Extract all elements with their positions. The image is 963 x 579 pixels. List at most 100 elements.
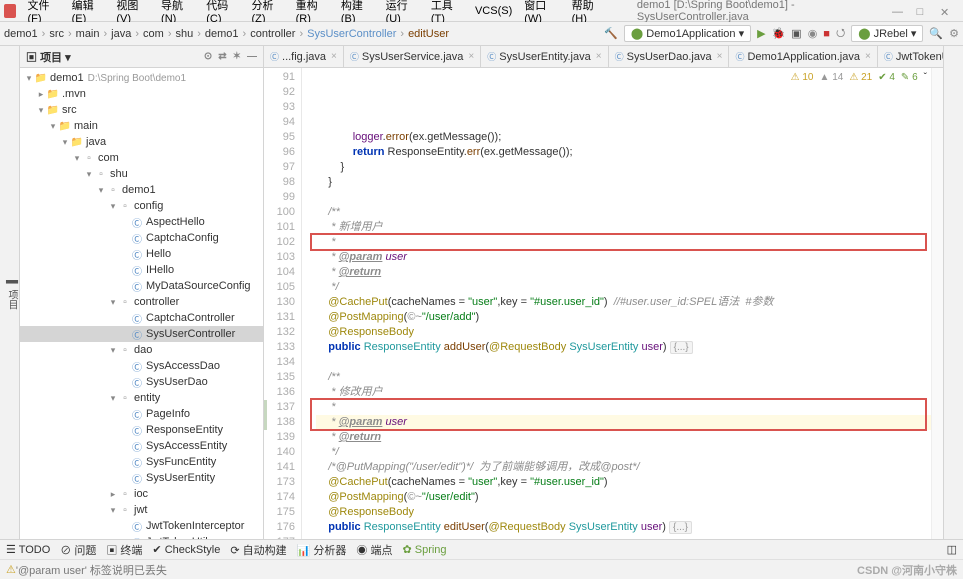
inspection-stats[interactable]: ⚠ 10 ▲ 14 ⚠ 21 ✔ 4 ✎ 6 ˇ	[791, 70, 927, 85]
tree-item[interactable]: ⒸSysUserEntity	[20, 470, 263, 486]
right-tool-gutter[interactable]	[943, 46, 963, 539]
close-tab-icon[interactable]: ×	[865, 51, 871, 62]
editor-tab[interactable]: ⒸDemo1Application.java×	[729, 46, 877, 67]
tree-item[interactable]: ⒸMyDataSourceConfig	[20, 278, 263, 294]
tree-item[interactable]: ▾▫shu	[20, 166, 263, 182]
close-icon[interactable]: ✕	[935, 4, 953, 18]
tree-item[interactable]: ▾▫controller	[20, 294, 263, 310]
debug-icon[interactable]: 🐞	[772, 27, 786, 40]
tree-item[interactable]: ⒸAspectHello	[20, 214, 263, 230]
tree-item[interactable]: ▸▫ioc	[20, 486, 263, 502]
tool-todo[interactable]: ☰ TODO	[6, 543, 50, 556]
collapse-icon[interactable]: ✶	[233, 51, 241, 62]
hammer-icon[interactable]: 🔨	[604, 27, 618, 40]
tree-item[interactable]: ▾▫entity	[20, 390, 263, 406]
crumb[interactable]: SysUserController	[307, 28, 396, 40]
left-tool-gutter[interactable]: ▌ 项目	[0, 46, 20, 539]
stop-icon[interactable]: ■	[823, 28, 830, 40]
crumb[interactable]: demo1	[205, 28, 239, 40]
maximize-icon[interactable]: □	[911, 4, 929, 18]
coverage-icon[interactable]: ▣	[791, 27, 801, 40]
tree-item[interactable]: ⒸPageInfo	[20, 406, 263, 422]
close-tab-icon[interactable]: ×	[331, 51, 337, 62]
tree-item[interactable]: ⒸJwtTokenInterceptor	[20, 518, 263, 534]
close-tab-icon[interactable]: ×	[596, 51, 602, 62]
jrebel-combo[interactable]: ⬤ JRebel ▾	[851, 25, 923, 42]
status-icon: ⚠	[6, 563, 16, 576]
tree-item[interactable]: ▾▫com	[20, 150, 263, 166]
tool-profiler[interactable]: 📊 分析器	[297, 542, 347, 558]
tree-item[interactable]: ▾▫jwt	[20, 502, 263, 518]
tree-item[interactable]: ⒸSysAccessEntity	[20, 438, 263, 454]
tool-spring[interactable]: ✿ Spring	[402, 543, 446, 556]
menu-vcs[interactable]: VCS(S)	[470, 3, 517, 19]
tree-item[interactable]: ⒸSysUserDao	[20, 374, 263, 390]
panel-title: ▣ 项目 ▾	[26, 49, 71, 65]
statusbar: ⚠ '@param user' 标签说明已丢失 CSDN @河南小守株	[0, 559, 963, 579]
editor-area: Ⓒ...fig.java×ⒸSysUserService.java×ⒸSysUs…	[264, 46, 943, 539]
crumb[interactable]: controller	[250, 28, 295, 40]
crumb[interactable]: demo1	[4, 28, 38, 40]
tree-item[interactable]: ▾📁java	[20, 134, 263, 150]
crumb[interactable]: editUser	[408, 28, 449, 40]
select-opened-icon[interactable]: ⊙	[204, 51, 212, 62]
editor-tab[interactable]: ⒸSysUserService.java×	[344, 46, 481, 67]
editor-body: 9192939495969798991001011021031041051301…	[264, 68, 943, 539]
tree-item[interactable]: ⒸSysFuncEntity	[20, 454, 263, 470]
tree-item[interactable]: ▾📁demo1D:\Spring Boot\demo1	[20, 70, 263, 86]
line-gutter[interactable]: 9192939495969798991001011021031041051301…	[264, 68, 302, 539]
tree-item[interactable]: ▾▫dao	[20, 342, 263, 358]
breadcrumb: demo1› src› main› java› com› shu› demo1›…	[4, 28, 449, 40]
watermark: CSDN @河南小守株	[857, 562, 957, 578]
app-logo-icon	[4, 4, 16, 18]
crumb[interactable]: java	[111, 28, 131, 40]
tree-item[interactable]: ⒸSysAccessDao	[20, 358, 263, 374]
crumb[interactable]: shu	[175, 28, 193, 40]
run-icon[interactable]: ▶	[757, 27, 765, 40]
tool-terminal[interactable]: ▣ 终端	[106, 542, 142, 558]
crumb[interactable]: main	[76, 28, 100, 40]
bottom-toolbar: ☰ TODO ⊘ 问题 ▣ 终端 ✔ CheckStyle ⟳ 自动构建 📊 分…	[0, 539, 963, 559]
close-tab-icon[interactable]: ×	[468, 51, 474, 62]
tree-item[interactable]: ▾📁main	[20, 118, 263, 134]
search-icon[interactable]: 🔍	[929, 27, 943, 40]
run-config-combo[interactable]: ⬤ Demo1Application ▾	[624, 25, 751, 42]
hide-panel-icon[interactable]: —	[247, 51, 257, 62]
editor-tab[interactable]: ⒸSysUserDao.java×	[609, 46, 730, 67]
editor-tabs: Ⓒ...fig.java×ⒸSysUserService.java×ⒸSysUs…	[264, 46, 943, 68]
editor-tab[interactable]: ⒸJwtTokenUtil.java×	[878, 46, 943, 67]
project-tree[interactable]: ▾📁demo1D:\Spring Boot\demo1▸📁.mvn▾📁src▾📁…	[20, 68, 263, 539]
status-message: '@param user' 标签说明已丢失	[16, 562, 167, 578]
tree-item[interactable]: ▾📁src	[20, 102, 263, 118]
tree-item[interactable]: ⒸSysUserController	[20, 326, 263, 342]
tree-item[interactable]: ⒸCaptchaConfig	[20, 230, 263, 246]
tree-item[interactable]: ▾▫config	[20, 198, 263, 214]
expand-icon[interactable]: ⇄	[218, 51, 226, 62]
tree-item[interactable]: ⒸCaptchaController	[20, 310, 263, 326]
crumb[interactable]: com	[143, 28, 164, 40]
tree-item[interactable]: ⒸResponseEntity	[20, 422, 263, 438]
tree-item[interactable]: ▸📁.mvn	[20, 86, 263, 102]
project-panel-header: ▣ 项目 ▾ ⊙ ⇄ ✶ —	[20, 46, 263, 68]
tool-problems[interactable]: ⊘ 问题	[60, 542, 96, 558]
minimize-icon[interactable]: —	[887, 4, 905, 18]
toolbar: demo1› src› main› java› com› shu› demo1›…	[0, 22, 963, 46]
editor-tab[interactable]: ⒸSysUserEntity.java×	[481, 46, 608, 67]
code-editor[interactable]: ⚠ 10 ▲ 14 ⚠ 21 ✔ 4 ✎ 6 ˇ logger.error(ex…	[302, 68, 943, 539]
tree-item[interactable]: ⒸHello	[20, 246, 263, 262]
tool-checkstyle[interactable]: ✔ CheckStyle	[152, 543, 220, 556]
tree-item[interactable]: ▾▫demo1	[20, 182, 263, 198]
tool-autobuild[interactable]: ⟳ 自动构建	[230, 542, 286, 558]
tree-item[interactable]: ⒸIHello	[20, 262, 263, 278]
error-stripe[interactable]	[931, 68, 943, 539]
profile-icon[interactable]: ◉	[808, 27, 818, 40]
project-panel: ▣ 项目 ▾ ⊙ ⇄ ✶ — ▾📁demo1D:\Spring Boot\dem…	[20, 46, 264, 539]
gear-icon[interactable]: ⚙	[949, 27, 959, 40]
git-icon[interactable]: ⭯	[836, 24, 845, 43]
tool-endpoints[interactable]: ◉ 端点	[356, 542, 392, 558]
menubar: 文件(F) 编辑(E) 视图(V) 导航(N) 代码(C) 分析(Z) 重构(R…	[0, 0, 963, 22]
editor-tab[interactable]: Ⓒ...fig.java×	[264, 46, 344, 67]
event-log-icon[interactable]: ◫	[947, 543, 957, 556]
crumb[interactable]: src	[49, 28, 64, 40]
close-tab-icon[interactable]: ×	[717, 51, 723, 62]
